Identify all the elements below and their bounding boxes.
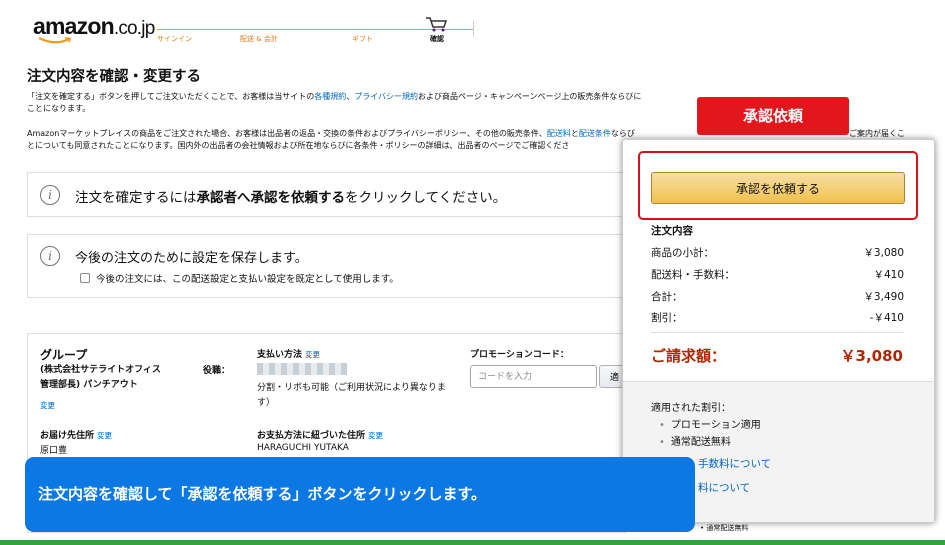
payment-change-link[interactable]: 変更 bbox=[305, 350, 320, 359]
total-value: ￥3,490 bbox=[863, 291, 904, 303]
bullet-icon: • bbox=[659, 420, 665, 431]
approval-text-pre: 注文を確定するには bbox=[75, 190, 197, 206]
bottom-accent-bar bbox=[0, 540, 945, 545]
shipping-address-heading: お届け先住所 変更 bbox=[40, 428, 112, 441]
approval-info-box: i 注文を確定するには承認者へ承認を依頼するをクリックしてください。 bbox=[27, 172, 627, 217]
applied-discount-item: • プロモーション適用 bbox=[659, 416, 761, 431]
legal-text: とについても同意されたことになります。国内外の出品者の会社情報および所在地ならび… bbox=[27, 141, 570, 150]
payment-heading: 支払い方法 変更 bbox=[257, 347, 320, 360]
logo-text: amazon bbox=[33, 13, 115, 39]
page-title: 注文内容を確認・変更する bbox=[27, 69, 201, 85]
billing-heading-text: お支払方法に紐づいた住所 bbox=[257, 431, 366, 441]
step-shipping-payment: 配送 & 会計 bbox=[240, 35, 278, 43]
legal-text: ならび bbox=[610, 129, 635, 138]
legal-text: 「注文を確定する」ボタンを押してご注文いただくことで、お客様は当サイトの bbox=[27, 92, 315, 101]
fee-info-link[interactable]: 手数料について bbox=[698, 456, 771, 471]
save-default-checkbox[interactable] bbox=[80, 273, 90, 283]
promo-code-input[interactable] bbox=[470, 365, 597, 388]
payment-note: 分割・リボも可能（ご利用状況により異なります） bbox=[257, 383, 446, 408]
shipping-fee-value: ￥410 bbox=[873, 269, 904, 281]
group-line-2: 管理部長) パンチアウト bbox=[40, 380, 138, 390]
approval-text-post: をクリックしてください。 bbox=[345, 190, 507, 206]
highlight-badge: 承認依頼 bbox=[697, 97, 849, 135]
logo-smile-icon bbox=[38, 37, 72, 44]
logo-tld: .co.jp bbox=[113, 18, 155, 39]
payment-card-masked bbox=[257, 363, 347, 375]
caption-tail-text: • 通常配送無料 bbox=[700, 524, 749, 532]
applied-discount-text: 通常配送無料 bbox=[670, 437, 731, 448]
discount-row: 割引： -￥410 bbox=[651, 310, 904, 325]
save-default-label[interactable]: 今後の注文には、この配送設定と支払い設定を既定として使用します。 bbox=[96, 271, 399, 285]
caption-banner: 注文内容を確認して「承認を依頼する」ボタンをクリックします。 bbox=[25, 457, 695, 532]
terms-link[interactable]: 各種規約 bbox=[314, 92, 346, 101]
grand-total-label: ご請求額： bbox=[651, 347, 727, 365]
group-line-1: (株式会社サテライトオフィス bbox=[40, 365, 161, 375]
discount-label: 割引： bbox=[651, 312, 683, 324]
info-icon: i bbox=[40, 246, 60, 266]
applied-discounts-heading: 適用された割引： bbox=[651, 403, 731, 414]
shipping-heading-text: お届け先住所 bbox=[40, 431, 95, 441]
subtotal-label: 商品の小計： bbox=[651, 247, 714, 259]
shipping-terms-link[interactable]: 配送条件 bbox=[579, 129, 611, 138]
save-settings-text: 今後の注文のために設定を保存します。 bbox=[75, 251, 308, 266]
step-gift: ギフト bbox=[352, 35, 373, 43]
applied-discount-item: • 通常配送無料 bbox=[659, 433, 731, 448]
highlight-frame bbox=[638, 151, 918, 220]
payment-heading-text: 支払い方法 bbox=[257, 350, 303, 360]
billing-change-link[interactable]: 変更 bbox=[368, 431, 383, 440]
discount-value: -￥410 bbox=[869, 312, 904, 324]
subtotal-row: 商品の小計： ￥3,080 bbox=[651, 245, 904, 260]
cart-icon bbox=[426, 17, 448, 32]
shipping-fee-label: 配送料・手数料： bbox=[651, 269, 735, 281]
legal-text: および商品ページ・キャンペーンページ上の販売条件ならびに bbox=[418, 92, 642, 101]
shipping-fee-link[interactable]: 配送料 bbox=[547, 129, 571, 138]
grand-total-value: ￥3,080 bbox=[840, 347, 903, 365]
info-icon: i bbox=[40, 185, 60, 205]
billing-name: HARAGUCHI YUTAKA bbox=[257, 443, 349, 453]
group-change-link[interactable]: 変更 bbox=[40, 400, 55, 411]
subtotal-value: ￥3,080 bbox=[863, 247, 904, 259]
shipping-change-link[interactable]: 変更 bbox=[97, 431, 112, 440]
applied-discount-text: プロモーション適用 bbox=[670, 420, 761, 431]
amazon-logo[interactable]: amazon.co.jp bbox=[33, 13, 155, 40]
legal-text: Amazonマーケットプレイスの商品をご注文された場合、お客様は出品者の返品・交… bbox=[27, 129, 547, 138]
legal-text: 、 bbox=[346, 92, 355, 101]
group-heading: グループ bbox=[40, 348, 88, 362]
total-label: 合計： bbox=[651, 291, 683, 303]
legal-text: と bbox=[570, 129, 579, 138]
legal-text: ことになります。 bbox=[27, 104, 91, 113]
summary-divider bbox=[651, 332, 904, 333]
approval-instruction: 注文を確定するには承認者へ承認を依頼するをクリックしてください。 bbox=[75, 186, 506, 206]
approval-text-bold: 承認者へ承認を依頼する bbox=[196, 190, 346, 206]
step-signin: サインイン bbox=[157, 35, 192, 43]
order-summary-heading: 注文内容 bbox=[651, 225, 693, 237]
save-settings-box: i 今後の注文のために設定を保存します。 今後の注文には、この配送設定と支払い設… bbox=[27, 234, 627, 298]
checkout-progress-end bbox=[473, 21, 474, 37]
shipping-fee-row: 配送料・手数料： ￥410 bbox=[651, 267, 904, 282]
shipping-name: 原口豊 bbox=[40, 446, 68, 456]
billing-address-heading: お支払方法に紐づいた住所 変更 bbox=[257, 428, 383, 441]
privacy-link[interactable]: プライバシー規約 bbox=[354, 92, 418, 101]
group-role: 役職： bbox=[203, 366, 231, 376]
step-confirm: 確認 bbox=[430, 35, 444, 43]
total-row: 合計： ￥3,490 bbox=[651, 289, 904, 304]
bullet-icon: • bbox=[659, 437, 665, 448]
other-info-link[interactable]: 料について bbox=[698, 480, 750, 495]
promo-heading: プロモーションコード： bbox=[470, 350, 569, 360]
